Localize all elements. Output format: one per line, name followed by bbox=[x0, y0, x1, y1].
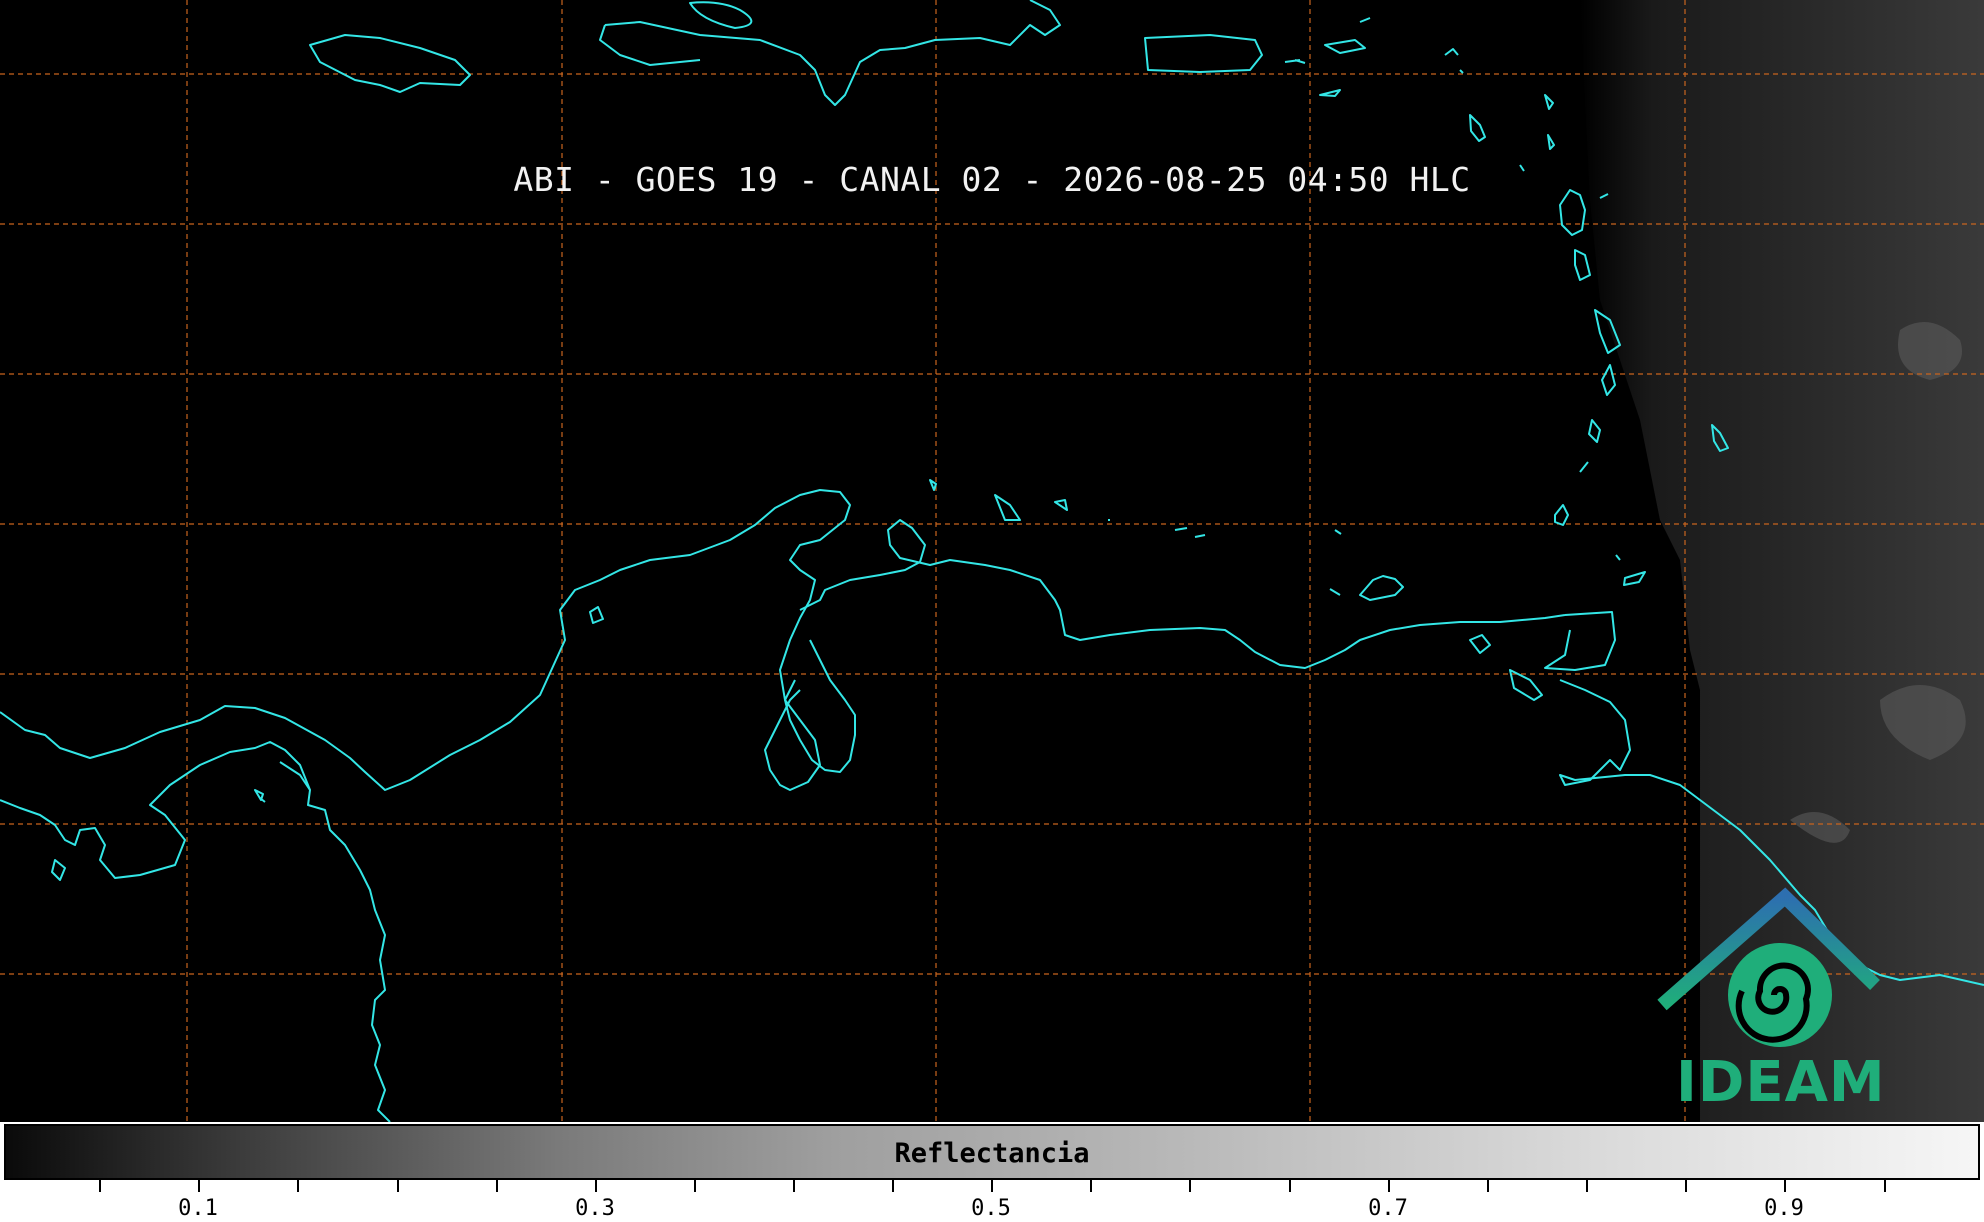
coast-maracaibo bbox=[799, 519, 1566, 669]
colorbar-tick bbox=[595, 1180, 597, 1192]
colorbar-tick bbox=[198, 1180, 200, 1192]
colorbar-tick bbox=[1487, 1180, 1489, 1192]
colorbar-ticks: 0.1 0.3 0.5 0.7 0.9 bbox=[0, 1180, 1984, 1222]
colorbar-tick bbox=[793, 1180, 795, 1192]
colorbar-tick bbox=[1189, 1180, 1191, 1192]
coast-central-america bbox=[0, 489, 851, 791]
ideam-logo-text: IDEAM bbox=[1676, 1050, 1886, 1115]
coast-puerto-rico bbox=[1144, 34, 1263, 73]
colorbar-tick bbox=[1884, 1180, 1886, 1192]
colorbar-tick bbox=[1090, 1180, 1092, 1192]
colorbar-tick bbox=[1784, 1180, 1786, 1192]
coast-islands-ne bbox=[1284, 17, 1371, 97]
colorbar-tick bbox=[1685, 1180, 1687, 1192]
colorbar-tick-label: 0.1 bbox=[178, 1196, 218, 1221]
colorbar-label: Reflectancia bbox=[894, 1138, 1090, 1169]
colorbar-tick bbox=[694, 1180, 696, 1192]
colorbar-tick bbox=[1586, 1180, 1588, 1192]
colorbar-tick bbox=[892, 1180, 894, 1192]
coast-trinidad bbox=[1544, 611, 1616, 671]
colorbar-tick bbox=[99, 1180, 101, 1192]
colorbar-tick-label: 0.3 bbox=[575, 1196, 615, 1221]
ideam-emblem-icon bbox=[1657, 887, 1880, 1047]
coast-tortuga bbox=[689, 1, 753, 29]
colorbar-tick bbox=[297, 1180, 299, 1192]
colorbar-tick bbox=[1388, 1180, 1390, 1192]
colorbar-tick bbox=[1289, 1180, 1291, 1192]
coast-panama bbox=[0, 741, 311, 879]
coast-paraguana bbox=[784, 639, 856, 773]
colorbar-tick bbox=[397, 1180, 399, 1192]
colorbar-tick bbox=[496, 1180, 498, 1192]
coast-aruba bbox=[929, 479, 1404, 601]
coast-jamaica bbox=[309, 34, 471, 93]
satellite-map[interactable]: ABI - GOES 19 - CANAL 02 - 2026-08-25 04… bbox=[0, 0, 1984, 1122]
coast-hispaniola bbox=[599, 0, 1061, 106]
map-title: ABI - GOES 19 - CANAL 02 - 2026-08-25 04… bbox=[513, 160, 1471, 199]
colorbar-tick-label: 0.5 bbox=[971, 1196, 1011, 1221]
colorbar-tick-label: 0.7 bbox=[1368, 1196, 1408, 1221]
colorbar: Reflectancia bbox=[4, 1124, 1980, 1180]
colorbar-tick-label: 0.9 bbox=[1764, 1196, 1804, 1221]
colorbar-tick bbox=[991, 1180, 993, 1192]
coast-colombia-pacific bbox=[279, 761, 391, 1122]
